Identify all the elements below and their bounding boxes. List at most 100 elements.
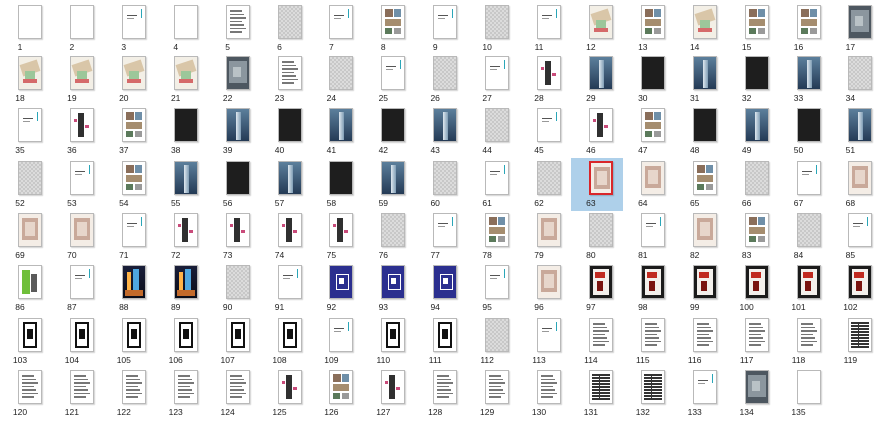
page-thumbnail[interactable]: 78: [467, 210, 519, 263]
page-thumbnail[interactable]: 38: [156, 105, 208, 158]
page-thumbnail-selected[interactable]: 63: [570, 158, 623, 211]
page-thumbnail[interactable]: 103: [0, 315, 52, 368]
page-thumbnail[interactable]: 96: [519, 262, 571, 315]
page-thumbnail[interactable]: 81: [623, 210, 675, 263]
page-thumbnail[interactable]: 35: [0, 105, 52, 158]
page-thumbnail[interactable]: 85: [830, 210, 880, 263]
page-thumbnail[interactable]: 43: [415, 105, 467, 158]
page-thumbnail[interactable]: 125: [260, 367, 312, 420]
page-thumbnail[interactable]: 116: [675, 315, 727, 368]
page-thumbnail[interactable]: 17: [830, 2, 880, 55]
page-thumbnail[interactable]: 36: [52, 105, 104, 158]
page-thumbnail[interactable]: 126: [311, 367, 363, 420]
page-thumbnail[interactable]: 9: [415, 2, 467, 55]
page-thumbnail[interactable]: 128: [415, 367, 467, 420]
page-thumbnail[interactable]: 115: [623, 315, 675, 368]
page-thumbnail[interactable]: 82: [675, 210, 727, 263]
page-thumbnail[interactable]: 27: [467, 53, 519, 106]
page-thumbnail[interactable]: 70: [52, 210, 104, 263]
page-thumbnail[interactable]: 4: [156, 2, 208, 55]
page-thumbnail[interactable]: 84: [779, 210, 831, 263]
page-thumbnail[interactable]: 130: [519, 367, 571, 420]
page-thumbnail[interactable]: 8: [363, 2, 415, 55]
page-thumbnail[interactable]: 6: [260, 2, 312, 55]
page-thumbnail[interactable]: 101: [779, 262, 831, 315]
page-thumbnail[interactable]: 99: [675, 262, 727, 315]
page-thumbnail[interactable]: 47: [623, 105, 675, 158]
page-thumbnail[interactable]: 23: [260, 53, 312, 106]
page-thumbnail[interactable]: 56: [208, 158, 260, 211]
page-thumbnail[interactable]: 124: [208, 367, 260, 420]
page-thumbnail[interactable]: 107: [208, 315, 260, 368]
page-thumbnail[interactable]: 110: [363, 315, 415, 368]
page-thumbnail[interactable]: 52: [0, 158, 52, 211]
page-thumbnail[interactable]: 46: [571, 105, 623, 158]
page-thumbnail[interactable]: 25: [363, 53, 415, 106]
page-thumbnail[interactable]: 51: [830, 105, 880, 158]
page-thumbnail[interactable]: 60: [415, 158, 467, 211]
page-thumbnail[interactable]: 97: [571, 262, 623, 315]
page-thumbnail[interactable]: 105: [104, 315, 156, 368]
page-thumbnail[interactable]: 77: [415, 210, 467, 263]
page-thumbnail[interactable]: 64: [623, 158, 675, 211]
page-thumbnail[interactable]: 80: [571, 210, 623, 263]
page-thumbnail[interactable]: 58: [311, 158, 363, 211]
page-thumbnail[interactable]: 83: [727, 210, 779, 263]
page-thumbnail[interactable]: 129: [467, 367, 519, 420]
page-thumbnail[interactable]: 102: [830, 262, 880, 315]
page-thumbnail[interactable]: 55: [156, 158, 208, 211]
page-thumbnail[interactable]: 45: [519, 105, 571, 158]
page-thumbnail[interactable]: 104: [52, 315, 104, 368]
page-thumbnail[interactable]: 7: [311, 2, 363, 55]
page-thumbnail[interactable]: 50: [779, 105, 831, 158]
page-thumbnail[interactable]: 100: [727, 262, 779, 315]
page-thumbnail[interactable]: 106: [156, 315, 208, 368]
page-thumbnail[interactable]: 108: [260, 315, 312, 368]
page-thumbnail[interactable]: 122: [104, 367, 156, 420]
page-thumbnail[interactable]: 113: [519, 315, 571, 368]
page-thumbnail[interactable]: 62: [519, 158, 571, 211]
page-thumbnail[interactable]: 92: [311, 262, 363, 315]
page-thumbnail[interactable]: 40: [260, 105, 312, 158]
page-thumbnail[interactable]: 2: [52, 2, 104, 55]
page-thumbnail[interactable]: 114: [571, 315, 623, 368]
page-thumbnail[interactable]: 31: [675, 53, 727, 106]
page-thumbnail[interactable]: 29: [571, 53, 623, 106]
page-thumbnail[interactable]: 5: [208, 2, 260, 55]
page-thumbnail[interactable]: 44: [467, 105, 519, 158]
page-thumbnail[interactable]: 13: [623, 2, 675, 55]
page-thumbnail[interactable]: 66: [727, 158, 779, 211]
page-thumbnail[interactable]: 71: [104, 210, 156, 263]
page-thumbnail[interactable]: 54: [104, 158, 156, 211]
page-thumbnail[interactable]: 135: [779, 367, 831, 420]
page-thumbnail[interactable]: 94: [415, 262, 467, 315]
page-thumbnail[interactable]: 120: [0, 367, 52, 420]
page-thumbnail[interactable]: 117: [727, 315, 779, 368]
page-thumbnail[interactable]: 33: [779, 53, 831, 106]
page-thumbnail[interactable]: 37: [104, 105, 156, 158]
page-thumbnail[interactable]: 21: [156, 53, 208, 106]
page-thumbnail[interactable]: 89: [156, 262, 208, 315]
page-thumbnail[interactable]: 72: [156, 210, 208, 263]
page-thumbnail[interactable]: 119: [830, 315, 880, 368]
page-thumbnail[interactable]: 61: [467, 158, 519, 211]
page-thumbnail[interactable]: 91: [260, 262, 312, 315]
page-thumbnail[interactable]: 28: [519, 53, 571, 106]
page-thumbnail[interactable]: 34: [830, 53, 880, 106]
page-thumbnail[interactable]: 49: [727, 105, 779, 158]
page-thumbnail[interactable]: 127: [363, 367, 415, 420]
page-thumbnail[interactable]: 42: [363, 105, 415, 158]
page-thumbnail[interactable]: 123: [156, 367, 208, 420]
page-thumbnail[interactable]: 95: [467, 262, 519, 315]
page-thumbnail[interactable]: 90: [208, 262, 260, 315]
page-thumbnail[interactable]: 93: [363, 262, 415, 315]
page-thumbnail[interactable]: 73: [208, 210, 260, 263]
page-thumbnail[interactable]: 133: [675, 367, 727, 420]
page-thumbnail[interactable]: 20: [104, 53, 156, 106]
page-thumbnail[interactable]: 48: [675, 105, 727, 158]
page-thumbnail[interactable]: 86: [0, 262, 52, 315]
page-thumbnail[interactable]: 132: [623, 367, 675, 420]
page-thumbnail[interactable]: 131: [571, 367, 623, 420]
page-thumbnail[interactable]: 19: [52, 53, 104, 106]
page-thumbnail[interactable]: 41: [311, 105, 363, 158]
